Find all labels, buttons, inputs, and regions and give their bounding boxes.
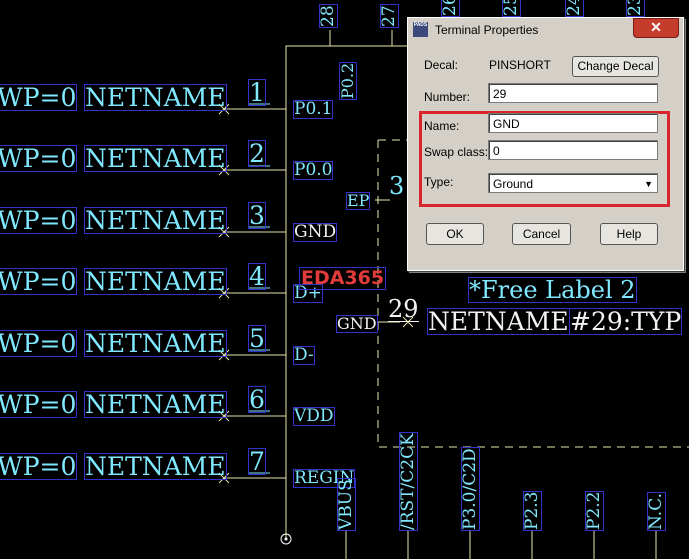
- selected-pin-number[interactable]: 29: [388, 297, 419, 322]
- selected-pin-type[interactable]: #29:TYP: [568, 308, 683, 335]
- pads-app-icon: PADS: [413, 22, 428, 37]
- net-label[interactable]: NETNAME: [84, 330, 227, 357]
- bottom-pin-label: N.C.: [646, 490, 666, 533]
- pin-name: VDD: [293, 406, 335, 426]
- net-label[interactable]: NETNAME: [84, 145, 227, 172]
- top-pin-number: 23: [625, 0, 645, 18]
- net-label[interactable]: NETNAME: [84, 453, 227, 480]
- bottom-pin-label: /RST/C2CK: [398, 427, 418, 536]
- wp-label: WP=0: [0, 145, 78, 172]
- swap-class-field[interactable]: 0: [488, 140, 658, 160]
- pin-name: P0.1: [292, 99, 334, 119]
- pin-name: D-: [293, 345, 315, 365]
- bottom-pin-label: P3.0/C2D: [460, 443, 480, 535]
- top-pin-number: 24: [564, 0, 584, 18]
- pin-number: 7: [248, 447, 266, 476]
- ep-label: EP: [345, 191, 371, 210]
- top-pin-number: 27: [379, 4, 399, 29]
- pin-name: P0.0: [292, 160, 334, 180]
- decal-value: PINSHORT: [489, 58, 551, 72]
- pin-number: 4: [248, 262, 266, 291]
- ep-pin-number: 3: [389, 172, 405, 200]
- wp-label: WP=0: [0, 330, 78, 357]
- chevron-down-icon[interactable]: ▼: [644, 174, 653, 194]
- pin-name-p02: P0.2: [338, 60, 357, 102]
- top-pin-number: 28: [318, 4, 338, 29]
- number-field[interactable]: 29: [488, 83, 658, 103]
- change-decal-button[interactable]: Change Decal: [572, 56, 659, 77]
- eda365-watermark: EDA365: [298, 267, 387, 290]
- decal-label: Decal:: [424, 58, 459, 72]
- pin-number: 3: [248, 201, 266, 230]
- dialog-title: Terminal Properties: [435, 23, 539, 37]
- help-button[interactable]: Help: [600, 223, 658, 245]
- pin-number: 6: [248, 385, 266, 414]
- selected-pin-name[interactable]: GND: [336, 315, 378, 333]
- swap-class-label: Swap class:: [424, 145, 489, 159]
- type-label: Type:: [424, 175, 454, 189]
- wp-label: WP=0: [0, 391, 78, 418]
- pin-number: 2: [248, 139, 266, 168]
- number-label: Number:: [424, 90, 471, 104]
- net-label[interactable]: NETNAME: [84, 391, 227, 418]
- pin-number: 5: [248, 324, 266, 353]
- selected-net-label[interactable]: NETNAME: [427, 308, 570, 335]
- pin-name: GND: [292, 222, 338, 242]
- top-pin-number: 26: [440, 0, 460, 18]
- wp-label: WP=0: [0, 207, 78, 234]
- bottom-pin-label: P2.2: [584, 489, 604, 533]
- free-label[interactable]: *Free Label 2: [468, 277, 637, 303]
- bottom-pin-label: P2.3: [522, 489, 542, 533]
- name-label: Name:: [424, 119, 460, 133]
- type-select[interactable]: Ground ▼: [488, 173, 658, 193]
- wp-label: WP=0: [0, 84, 78, 111]
- name-field[interactable]: GND: [488, 113, 658, 133]
- dialog-titlebar[interactable]: PADS Terminal Properties ✕: [408, 18, 683, 41]
- pin-number: 1: [248, 78, 266, 107]
- bottom-pin-label: VBUS: [336, 476, 356, 533]
- ok-button[interactable]: OK: [426, 223, 484, 245]
- terminal-properties-dialog[interactable]: PADS Terminal Properties ✕ Decal: PINSHO…: [407, 17, 684, 271]
- top-pin-number: 25: [501, 0, 521, 18]
- close-button[interactable]: ✕: [633, 18, 679, 38]
- wp-label: WP=0: [0, 268, 78, 295]
- net-label[interactable]: NETNAME: [84, 268, 227, 295]
- type-selected-value: Ground: [493, 177, 534, 191]
- net-label[interactable]: NETNAME: [84, 207, 227, 234]
- cancel-button[interactable]: Cancel: [512, 223, 571, 245]
- net-label[interactable]: NETNAME: [84, 84, 227, 111]
- wp-label: WP=0: [0, 453, 78, 480]
